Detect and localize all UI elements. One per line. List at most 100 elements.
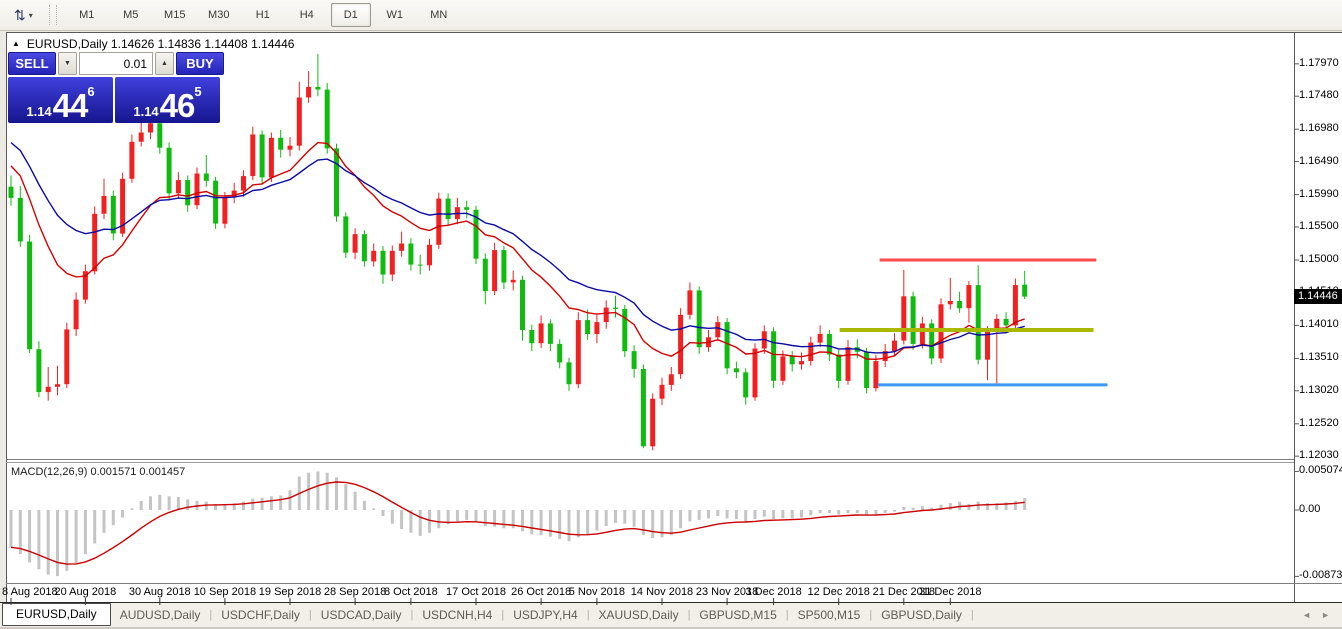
candle-body <box>213 181 218 224</box>
candle-body <box>64 329 69 384</box>
candle-body <box>632 351 637 369</box>
candle-body <box>567 362 572 384</box>
candle-body <box>576 320 581 384</box>
price-axis-label: 1.13020 <box>1299 384 1339 396</box>
macd-histogram-bar <box>679 510 682 528</box>
ma-fast-line <box>11 143 1025 360</box>
macd-histogram-bar <box>651 510 654 538</box>
candle-body <box>976 285 981 360</box>
candle-body <box>399 244 404 251</box>
macd-histogram-bar <box>307 473 310 510</box>
candle-body <box>492 250 497 291</box>
candle-body <box>36 349 41 392</box>
one-click-trading-panel: SELL ▼ ▲ BUY 1.14 44 6 1.14 46 5 <box>8 52 224 123</box>
candle-body <box>557 344 562 363</box>
macd-histogram-bar <box>549 510 552 537</box>
candle-body <box>790 356 795 364</box>
candle-body <box>371 251 376 262</box>
candle-body <box>799 361 804 364</box>
candle-body <box>520 280 525 330</box>
candle-body <box>167 148 172 194</box>
date-axis-label: 20 Aug 2018 <box>45 586 125 598</box>
macd-histogram-bar <box>93 510 96 543</box>
macd-histogram-bar <box>456 510 459 521</box>
candle-body <box>697 290 702 347</box>
macd-histogram-bar <box>121 510 124 518</box>
collapse-panel-icon[interactable]: ▲ <box>12 39 20 48</box>
macd-histogram-bar <box>270 496 273 510</box>
symbol-ohlc-title: EURUSD,Daily 1.14626 1.14836 1.14408 1.1… <box>27 37 295 51</box>
current-price-badge: 1.14446 <box>1294 289 1342 304</box>
macd-histogram-bar <box>856 510 859 513</box>
candle-body <box>622 309 627 351</box>
volume-decrease-button[interactable]: ▼ <box>58 52 77 75</box>
candle-body <box>715 322 720 337</box>
macd-histogram-bar <box>521 510 524 531</box>
volume-input[interactable] <box>79 52 153 75</box>
candle-body <box>9 187 14 198</box>
candle-body <box>604 308 609 323</box>
macd-histogram-bar <box>103 510 106 533</box>
macd-histogram-bar <box>289 490 292 510</box>
candle-body <box>911 296 916 344</box>
candle-body <box>102 196 107 214</box>
chart-title: ▲ EURUSD,Daily 1.14626 1.14836 1.14408 1… <box>12 37 294 51</box>
candle-body <box>204 174 209 181</box>
candle-body <box>734 368 739 372</box>
ask-price-box[interactable]: 1.14 46 5 <box>115 77 220 123</box>
candle-body <box>836 355 841 381</box>
macd-histogram-bar <box>912 508 915 510</box>
macd-histogram-bar <box>744 510 747 521</box>
candle-body <box>660 385 665 399</box>
candle-body <box>315 87 320 90</box>
macd-histogram-bar <box>809 510 812 515</box>
macd-histogram-bar <box>558 510 561 539</box>
macd-histogram-bar <box>140 501 143 510</box>
macd-histogram-bar <box>382 510 385 516</box>
macd-axis-label: -0.00873 <box>1299 569 1342 581</box>
macd-histogram-bar <box>642 510 645 535</box>
macd-signal-line <box>11 482 1025 564</box>
buy-button[interactable]: BUY <box>176 52 224 75</box>
macd-histogram-bar <box>633 510 636 527</box>
macd-histogram-bar <box>242 502 245 510</box>
bid-price-point: 6 <box>87 86 94 98</box>
macd-histogram-bar <box>149 496 152 510</box>
macd-histogram-bar <box>595 510 598 531</box>
candle-body <box>511 280 516 283</box>
candle-body <box>408 244 413 265</box>
macd-histogram-bar <box>847 510 850 513</box>
candle-body <box>529 330 534 343</box>
macd-histogram-bar <box>614 510 617 523</box>
macd-histogram-bar <box>391 510 394 524</box>
candle-body <box>1022 285 1027 297</box>
price-axis-label: 1.12520 <box>1299 417 1339 429</box>
macd-axis-label: 0.005074 <box>1299 464 1342 476</box>
candle-body <box>780 356 785 380</box>
candle-body <box>195 174 200 206</box>
candle-body <box>418 265 423 266</box>
candle-body <box>1004 319 1009 326</box>
date-axis-label: 31 Dec 2018 <box>910 586 990 598</box>
macd-histogram-bar <box>56 510 59 576</box>
volume-increase-button[interactable]: ▲ <box>155 52 174 75</box>
sell-button[interactable]: SELL <box>8 52 56 75</box>
candle-body <box>948 301 953 304</box>
macd-histogram-bar <box>84 510 87 554</box>
candle-body <box>157 123 162 147</box>
candle-body <box>176 180 181 193</box>
candle-body <box>641 369 646 446</box>
bid-price-box[interactable]: 1.14 44 6 <box>8 77 113 123</box>
macd-histogram-bar <box>586 510 589 534</box>
candle-body <box>148 123 153 132</box>
candle-body <box>464 207 469 210</box>
candle-body <box>250 135 255 177</box>
macd-histogram-bar <box>874 510 877 515</box>
macd-histogram-bar <box>772 510 775 519</box>
candle-body <box>669 374 674 385</box>
candle-body <box>297 98 302 146</box>
candle-body <box>269 138 274 178</box>
candle-body <box>27 242 32 350</box>
macd-histogram-bar <box>884 510 887 513</box>
macd-histogram-bar <box>344 484 347 510</box>
